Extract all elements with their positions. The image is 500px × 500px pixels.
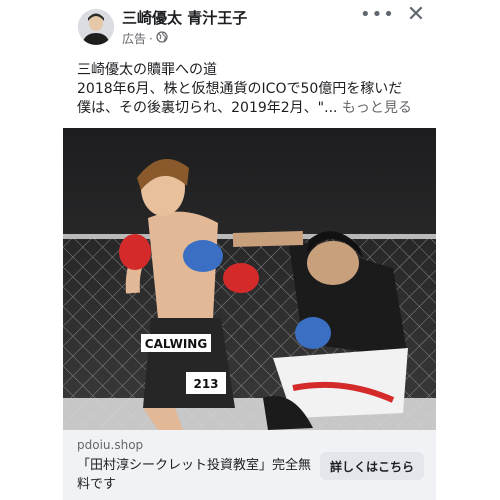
link-headline[interactable]: 「田村淳シークレット投資教室」完全無料です: [77, 456, 312, 494]
learn-more-button[interactable]: 詳しくはこちら: [320, 452, 424, 480]
more-horizontal-icon: •••: [360, 4, 395, 25]
page-name[interactable]: 三崎優太 青汁王子: [122, 7, 247, 28]
meta-separator: ·: [149, 31, 153, 46]
more-options-button[interactable]: •••: [360, 4, 394, 26]
see-more-link[interactable]: もっと見る: [342, 100, 412, 116]
globe-icon: [156, 31, 168, 46]
close-icon: ✕: [406, 2, 426, 27]
sponsored-label: 広告: [122, 32, 147, 46]
close-button[interactable]: ✕: [404, 2, 428, 28]
shorts-number-text: 213: [193, 377, 218, 391]
post-text-line: 三崎優太の贖罪への道: [77, 62, 217, 78]
post-header: 三崎優太 青汁王子 広告 · ••• ✕: [0, 0, 500, 54]
post-text-line: 2018年6月、株と仮想通貨のICOで50億円を稼いだ: [77, 81, 403, 97]
post-text-line: 僕は、その後裏切られ、2019年2月、"... もっと見る: [77, 99, 427, 118]
link-domain: pdoiu.shop: [77, 438, 144, 452]
post-text-line-3: 僕は、その後裏切られ、2019年2月、"...: [77, 100, 338, 116]
post-meta: 広告 ·: [122, 30, 168, 47]
post-text: 三崎優太の贖罪への道 2018年6月、株と仮想通貨のICOで50億円を稼いだ 僕…: [77, 61, 427, 118]
shorts-brand-text: CALWING: [145, 337, 207, 351]
page-avatar[interactable]: [78, 9, 114, 45]
link-preview[interactable]: pdoiu.shop 「田村淳シークレット投資教室」完全無料です 詳しくはこちら: [63, 430, 436, 500]
ad-image[interactable]: CALWING 213: [63, 128, 436, 430]
